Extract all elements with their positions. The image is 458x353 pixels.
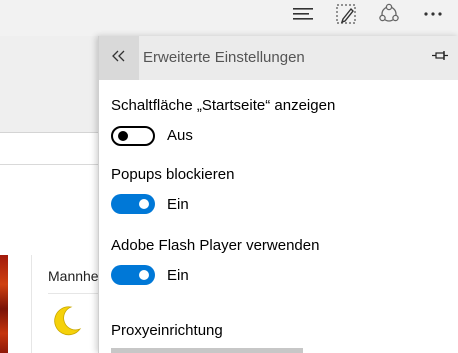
panel-header: Erweiterte Einstellungen [99,36,458,80]
home-button-toggle[interactable] [111,126,155,146]
weather-card-title: Mannhe [48,268,99,284]
setting-flash-label: Adobe Flash Player verwenden [111,237,320,254]
more-icon[interactable] [413,0,453,28]
share-icon[interactable] [369,0,409,28]
setting-home-button-label: Schaltfläche „Startseite“ anzeigen [111,97,336,114]
panel-title: Erweiterte Einstellungen [143,49,305,66]
setting-popups-label: Popups blockieren [111,166,235,183]
toggle-knob [118,131,128,141]
advanced-settings-panel: Erweiterte Einstellungen Schaltfläche „S… [98,36,458,353]
web-note-icon[interactable] [326,0,366,28]
browser-toolbar [0,0,458,36]
flash-toggle-state: Ein [167,267,189,284]
pin-icon [431,49,449,67]
popups-toggle-state: Ein [167,196,189,213]
moon-icon [52,305,82,342]
home-button-toggle-state: Aus [167,127,193,144]
toggle-knob [139,199,149,209]
pin-button[interactable] [429,48,451,68]
page-image[interactable] [0,255,8,353]
proxy-setup-button[interactable] [111,348,303,353]
flash-toggle[interactable] [111,265,155,285]
popups-toggle[interactable] [111,194,155,214]
hub-icon[interactable] [283,0,323,28]
double-chevron-left-icon [112,49,126,67]
back-button[interactable] [99,36,139,80]
proxy-setup-label: Proxyeinrichtung [111,322,223,339]
toggle-knob [139,270,149,280]
